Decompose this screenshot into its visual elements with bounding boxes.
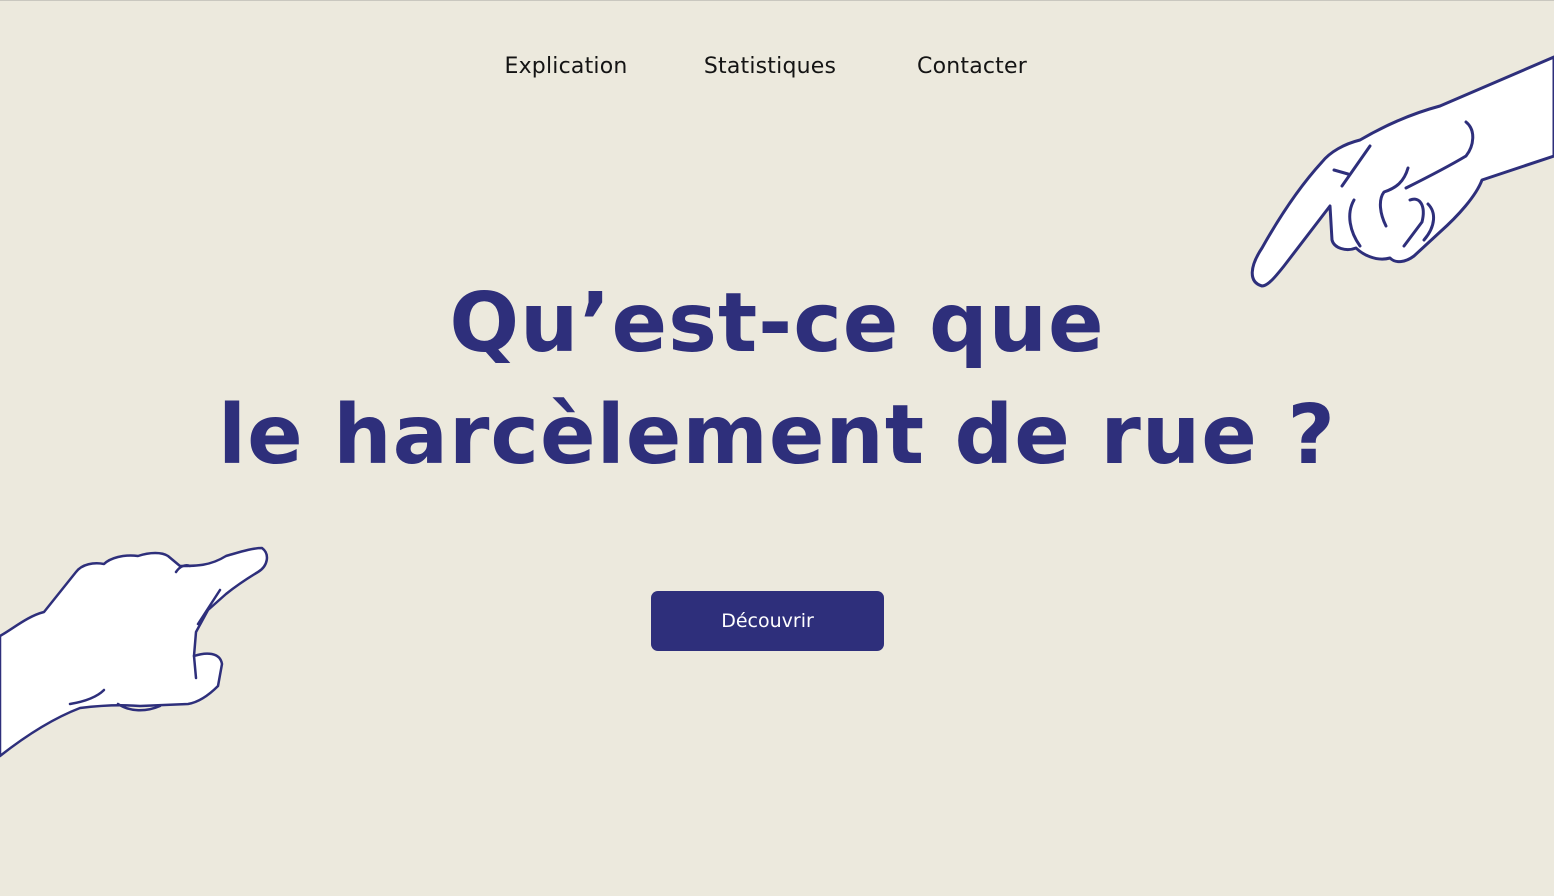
- nav-link-statistiques[interactable]: Statistiques: [704, 52, 836, 82]
- nav-link-explication[interactable]: Explication: [504, 52, 627, 82]
- pointing-hand-icon: [1250, 55, 1554, 288]
- discover-button[interactable]: Découvrir: [651, 591, 884, 651]
- nav-link-contacter[interactable]: Contacter: [917, 52, 1027, 82]
- pointing-hand-icon: [0, 546, 269, 758]
- hero-title-line-2: le harcèlement de rue ?: [218, 388, 1336, 483]
- top-border: [0, 0, 1554, 1]
- hero-title-line-1: Qu’est-ce que: [449, 276, 1105, 371]
- hero-title: Qu’est-ce que le harcèlement de rue ?: [0, 268, 1554, 492]
